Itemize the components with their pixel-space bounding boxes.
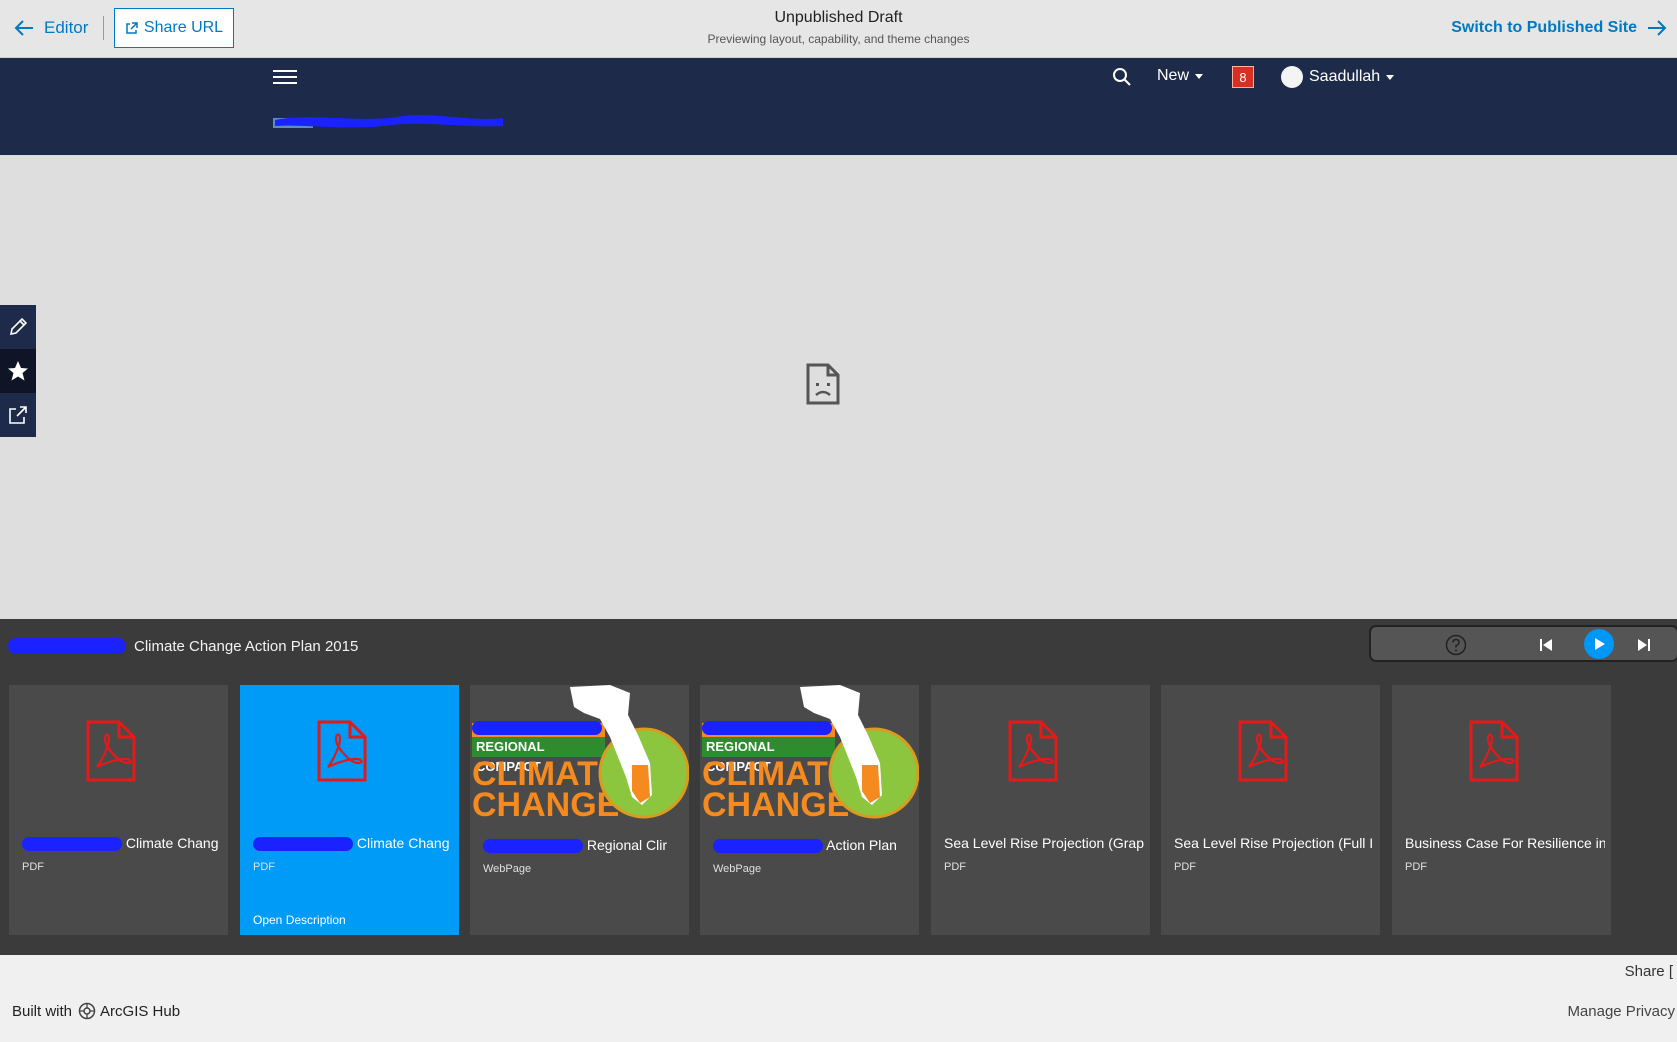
arcgis-hub-logo-icon (78, 1002, 96, 1020)
card-type: PDF (1405, 861, 1427, 873)
built-with-label: Built with (12, 1002, 73, 1020)
switch-to-published-link[interactable]: Switch to Published Site (1451, 14, 1667, 42)
brand-name[interactable]: ArcGIS Hub (100, 1003, 180, 1020)
search-icon[interactable] (1112, 67, 1132, 87)
card-title: Sea Level Rise Projection (Grap (944, 835, 1144, 851)
help-button[interactable] (1443, 632, 1469, 658)
card-title: Action Plan (713, 837, 913, 854)
menu-icon[interactable] (273, 66, 297, 90)
gallery-title: Climate Change Action Plan 2015 (8, 635, 358, 657)
pdf-icon (1238, 720, 1288, 782)
user-name: Saadullah (1309, 68, 1381, 85)
card-thumbnail: REGIONAL COMPACT CLIMATE CHANGE (700, 685, 919, 823)
card-title-text: Action Plan (826, 837, 897, 853)
share-label: Share (1624, 963, 1665, 980)
content-area (0, 155, 1677, 619)
user-menu[interactable]: Saadullah (1281, 66, 1395, 88)
tour-controls (1369, 625, 1677, 662)
gallery-card[interactable]: REGIONAL COMPACT CLIMATE CHANGE Action P… (700, 685, 919, 935)
new-dropdown[interactable]: New (1157, 67, 1204, 85)
florida-map-icon (570, 685, 689, 819)
next-button[interactable] (1631, 632, 1657, 658)
gallery-card[interactable]: Sea Level Rise Projection (Full I PDF (1161, 685, 1380, 935)
favorite-tool[interactable] (0, 349, 36, 393)
redaction-mark (22, 837, 122, 852)
share-tool[interactable] (0, 393, 36, 437)
card-title-text: Regional Clir (586, 837, 668, 853)
gallery-card[interactable]: Climate Chang PDF (9, 685, 228, 935)
side-toolbar (0, 305, 36, 437)
card-type: PDF (22, 861, 44, 873)
open-description-link[interactable]: Open Description (253, 913, 346, 927)
gallery-card[interactable]: REGIONAL COMPACT CLIMATE CHANGE Regional… (470, 685, 689, 935)
card-title-text: Climate Chang (125, 835, 219, 851)
redaction-mark (483, 839, 583, 854)
play-button[interactable] (1584, 629, 1614, 659)
play-icon (1595, 638, 1605, 650)
card-title-text: Climate Chang (356, 835, 450, 851)
card-type: PDF (1174, 861, 1196, 873)
card-title: Climate Chang (253, 835, 453, 852)
card-type: WebPage (713, 863, 762, 875)
gallery-card[interactable]: Business Case For Resilience in PDF (1392, 685, 1611, 935)
preview-bar: Editor Share URL Unpublished Draft Previ… (0, 0, 1677, 58)
broken-document-icon (806, 363, 840, 405)
question-circle-icon (1445, 634, 1467, 656)
card-title: Regional Clir (483, 837, 683, 854)
card-type: PDF (253, 861, 275, 873)
redaction-mark (713, 839, 823, 854)
pdf-icon (317, 720, 367, 782)
share-icon (9, 406, 27, 424)
pdf-icon (1008, 720, 1058, 782)
notifications-badge[interactable]: 8 (1232, 66, 1254, 88)
gallery-card-selected[interactable]: Climate Chang PDF Open Description (240, 685, 459, 935)
card-title: Sea Level Rise Projection (Full I (1174, 835, 1374, 851)
site-logo (273, 115, 503, 128)
gallery-panel: Climate Change Action Plan 2015 Climate … (0, 619, 1677, 955)
card-type: PDF (944, 861, 966, 873)
card-title: Business Case For Resilience in (1405, 835, 1605, 851)
skip-previous-icon (1540, 639, 1552, 651)
florida-map-icon (800, 685, 919, 819)
arrow-right-icon (1648, 20, 1667, 36)
built-with-credit: Built with ArcGIS Hub (12, 1002, 180, 1020)
pencil-icon (9, 317, 28, 336)
switch-label: Switch to Published Site (1451, 19, 1637, 36)
manage-privacy-link[interactable]: Manage Privacy (1567, 1003, 1675, 1020)
skip-next-icon (1638, 639, 1650, 651)
share-link[interactable]: Share [ (1625, 963, 1673, 980)
draft-title: Unpublished Draft (774, 9, 903, 26)
star-icon (8, 361, 28, 381)
site-header: New 8 Saadullah (0, 58, 1677, 155)
chevron-down-icon (1386, 74, 1395, 80)
redaction-mark (8, 638, 126, 654)
site-footer: Share [ Built with ArcGIS Hub Manage Pri… (0, 955, 1677, 1042)
gallery-title-text: Climate Change Action Plan 2015 (134, 637, 359, 655)
redaction-mark (253, 837, 353, 852)
pdf-icon (86, 720, 136, 782)
gallery-card[interactable]: Sea Level Rise Projection (Grap PDF (931, 685, 1150, 935)
draft-subtitle: Previewing layout, capability, and theme… (707, 32, 970, 46)
card-type: WebPage (483, 863, 532, 875)
edit-tool[interactable] (0, 305, 36, 349)
previous-button[interactable] (1533, 632, 1559, 658)
card-title: Climate Chang (22, 835, 222, 852)
avatar (1281, 66, 1303, 88)
pdf-icon (1469, 720, 1519, 782)
new-label: New (1157, 67, 1190, 84)
card-thumbnail: REGIONAL COMPACT CLIMATE CHANGE (470, 685, 689, 823)
chevron-down-icon (1195, 73, 1204, 79)
